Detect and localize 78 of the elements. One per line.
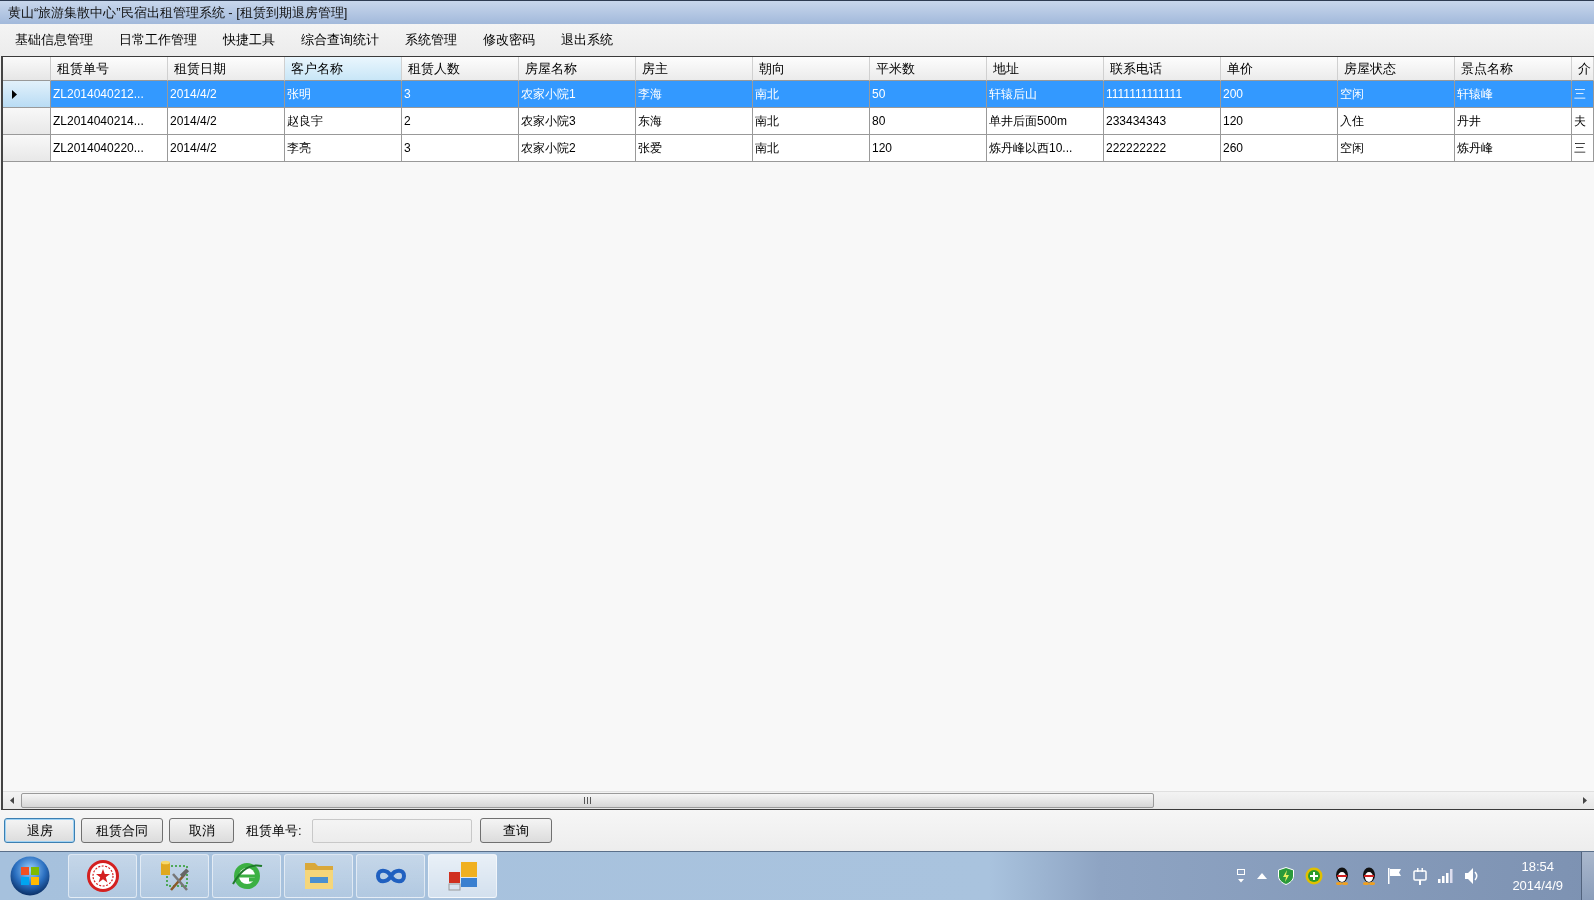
table-cell: 2014/4/2 [168, 135, 285, 162]
column-header[interactable]: 客户名称 [285, 57, 402, 81]
query-button[interactable]: 查询 [479, 818, 552, 843]
search-label: 租赁单号: [246, 821, 302, 840]
column-header[interactable]: 租赁日期 [168, 57, 285, 81]
row-pointer-icon [12, 89, 17, 99]
action-button[interactable]: 租赁合同 [81, 818, 163, 843]
scrollbar-thumb[interactable] [21, 793, 1154, 808]
action-button[interactable]: 取消 [169, 818, 234, 843]
column-header[interactable]: 景点名称 [1455, 57, 1572, 81]
grip-icon [584, 797, 591, 804]
caret-up-icon[interactable] [1257, 873, 1268, 879]
taskbar-button[interactable] [356, 854, 425, 898]
menu-item[interactable]: 快捷工具 [210, 28, 288, 52]
seal-icon [86, 860, 119, 892]
table-cell: 260 [1221, 135, 1338, 162]
scroll-right-icon[interactable] [1583, 797, 1587, 804]
menu-item[interactable]: 综合查询统计 [288, 28, 392, 52]
table-row[interactable]: ZL2014040220... 2014/4/2 李亮 3 农家小院2 张爱 南北 120 炼丹峰以西10... 222222222 260 空闲 炼丹峰 三 [3, 135, 1594, 162]
taskbar-button[interactable] [284, 854, 353, 898]
table-cell: 120 [870, 135, 987, 162]
shield-icon[interactable] [1278, 867, 1295, 885]
table-cell: 222222222 [1104, 135, 1221, 162]
horizontal-scrollbar[interactable] [3, 791, 1594, 809]
start-orb-icon[interactable] [10, 856, 50, 896]
column-header[interactable]: 朝向 [753, 57, 870, 81]
table-cell: 张爱 [636, 135, 753, 162]
penguin-icon[interactable] [1361, 867, 1378, 885]
table-cell: 空闲 [1338, 135, 1455, 162]
column-header[interactable]: 房主 [636, 57, 753, 81]
taskbar-button[interactable] [68, 854, 137, 898]
table-cell: 炼丹峰以西10... [987, 135, 1104, 162]
input-field[interactable] [311, 818, 472, 843]
tools-icon [158, 860, 191, 892]
row-header[interactable] [3, 108, 51, 135]
plug-icon[interactable] [1413, 867, 1428, 885]
folder-icon [302, 861, 335, 891]
column-header[interactable]: 联系电话 [1104, 57, 1221, 81]
table-cell: 三 [1572, 135, 1594, 162]
row-header[interactable] [3, 135, 51, 162]
infinity-icon [374, 867, 407, 885]
table-cell: 炼丹峰 [1455, 135, 1572, 162]
column-header[interactable]: 地址 [987, 57, 1104, 81]
flag-icon[interactable] [1388, 868, 1403, 884]
taskbar-button[interactable] [428, 854, 497, 898]
menu-item[interactable]: 修改密码 [470, 28, 548, 52]
show-desktop-button[interactable] [1581, 852, 1594, 900]
column-header[interactable]: 单价 [1221, 57, 1338, 81]
column-header[interactable]: 租赁单号 [51, 57, 168, 81]
globe-icon [230, 860, 263, 892]
signal-icon[interactable] [1438, 869, 1455, 883]
grid-corner-cell [3, 57, 51, 81]
table-cell: 3 [402, 135, 519, 162]
table-cell: ZL2014040220... [51, 135, 168, 162]
window-title: 黄山“旅游集散中心”民宿出租管理系统 - [租赁到期退房管理] [8, 3, 348, 22]
scroll-left-icon[interactable] [10, 797, 14, 804]
tiles-icon [446, 860, 479, 892]
column-header[interactable]: 房屋名称 [519, 57, 636, 81]
column-header[interactable]: 介 [1572, 57, 1594, 81]
penguin-icon[interactable] [1334, 867, 1351, 885]
row-header[interactable] [3, 81, 51, 108]
taskbar-button[interactable] [212, 854, 281, 898]
taskbar-button[interactable] [140, 854, 209, 898]
menu-item[interactable]: 退出系统 [548, 28, 626, 52]
column-header[interactable]: 租赁人数 [402, 57, 519, 81]
table-cell: 农家小院2 [519, 135, 636, 162]
column-header[interactable]: 平米数 [870, 57, 987, 81]
table-cell: 李亮 [285, 135, 402, 162]
action-button[interactable]: 退房 [4, 818, 75, 843]
plus-circle-icon[interactable] [1305, 867, 1324, 885]
column-header[interactable]: 房屋状态 [1338, 57, 1455, 81]
menu-item[interactable]: 系统管理 [392, 28, 470, 52]
window-icon[interactable] [1236, 869, 1247, 883]
table-cell: 南北 [753, 135, 870, 162]
menu-item[interactable]: 基础信息管理 [2, 28, 106, 52]
table-row[interactable]: ZL2014040214... 2014/4/2 赵良宇 2 农家小院3 东海 南北 80 单井后面500m 233434343 120 入住 丹井 夫 [3, 108, 1594, 135]
speaker-icon[interactable] [1465, 868, 1480, 884]
menu-item[interactable]: 日常工作管理 [106, 28, 210, 52]
